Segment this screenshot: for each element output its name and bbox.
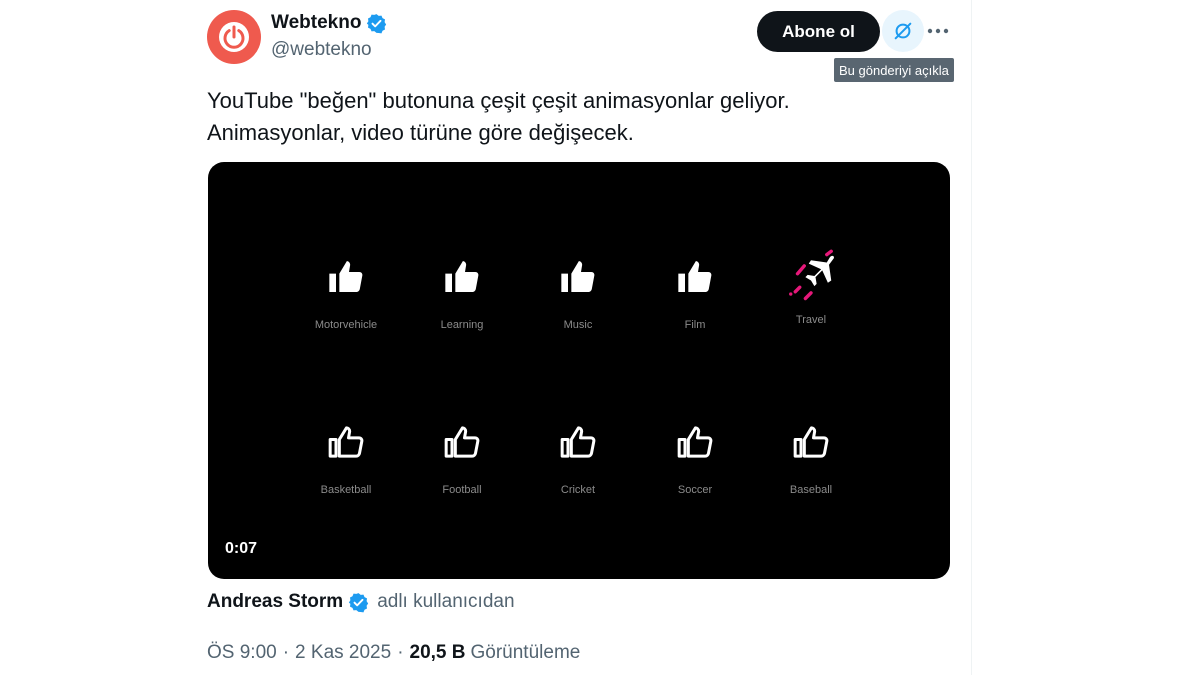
like-animation-cell: Baseball (751, 420, 871, 510)
grok-icon (894, 22, 912, 40)
tweet-time[interactable]: ÖS 9:00 (207, 642, 277, 664)
more-options-button[interactable] (925, 18, 951, 44)
like-animation-cell: Travel (751, 248, 871, 338)
category-label: Cricket (560, 484, 596, 496)
tweet-meta: ÖS 9:00 · 2 Kas 2025 · 20,5 B Görüntülem… (207, 642, 580, 664)
author-avatar[interactable] (207, 10, 261, 64)
like-animation-cell: Motorvehicle (286, 255, 406, 345)
tweet-text-line: YouTube "beğen" butonuna çeşit çeşit ani… (207, 88, 790, 113)
thumbs-up-filled-icon (556, 255, 600, 299)
meta-separator: · (397, 642, 404, 663)
like-animation-cell: Music (518, 255, 638, 345)
like-animation-cell: Basketball (286, 420, 406, 510)
category-label: Film (684, 319, 706, 331)
like-animation-cell: Cricket (518, 420, 638, 510)
category-label: Motorvehicle (314, 319, 378, 331)
category-label: Travel (795, 314, 827, 326)
video-player[interactable]: Motorvehicle Learning Music Film Travel … (208, 162, 950, 579)
thumbs-up-filled-icon (324, 255, 368, 299)
category-label: Learning (440, 319, 484, 331)
like-animation-cell: Learning (402, 255, 522, 345)
explain-tooltip: Bu gönderiyi açıkla (834, 58, 954, 82)
credit-name[interactable]: Andreas Storm (207, 591, 343, 613)
tweet-text-line: Animasyonlar, video türüne göre değişece… (207, 120, 634, 145)
thumbs-up-outline-icon (789, 420, 833, 464)
like-animation-cell: Film (635, 255, 755, 345)
column-divider (971, 0, 972, 675)
category-label: Baseball (789, 484, 833, 496)
power-logo-icon (219, 22, 249, 52)
like-animation-cell: Soccer (635, 420, 755, 510)
thumbs-up-outline-icon (440, 420, 484, 464)
video-timestamp: 0:07 (225, 540, 258, 557)
category-label: Soccer (677, 484, 713, 496)
thumbs-up-filled-icon (673, 255, 717, 299)
thumbs-up-outline-icon (556, 420, 600, 464)
author-name-row: Webtekno (271, 12, 387, 34)
author-handle[interactable]: @webtekno (271, 39, 372, 61)
author-display-name[interactable]: Webtekno (271, 12, 361, 34)
verified-badge-icon (366, 13, 387, 34)
grok-explain-button[interactable] (882, 10, 924, 52)
more-dots-icon (927, 28, 949, 34)
thumbs-up-outline-icon (673, 420, 717, 464)
subscribe-button[interactable]: Abone ol (757, 11, 880, 52)
media-credit: Andreas Storm adlı kullanıcıdan (207, 591, 515, 613)
view-count[interactable]: 20,5 B (410, 642, 466, 664)
credit-suffix: adlı kullanıcıdan (377, 591, 515, 612)
category-label: Football (442, 484, 482, 496)
like-animation-cell: Football (402, 420, 522, 510)
thumbs-up-outline-icon (324, 420, 368, 464)
verified-badge-icon (348, 592, 369, 613)
tweet-date[interactable]: 2 Kas 2025 (295, 642, 391, 664)
view-count-label: Görüntüleme (470, 642, 581, 663)
airplane-icon (783, 248, 839, 304)
category-label: Music (563, 319, 593, 331)
thumbs-up-filled-icon (440, 255, 484, 299)
category-label: Basketball (320, 484, 372, 496)
meta-separator: · (282, 642, 290, 663)
tweet-text: YouTube "beğen" butonuna çeşit çeşit ani… (207, 85, 947, 149)
